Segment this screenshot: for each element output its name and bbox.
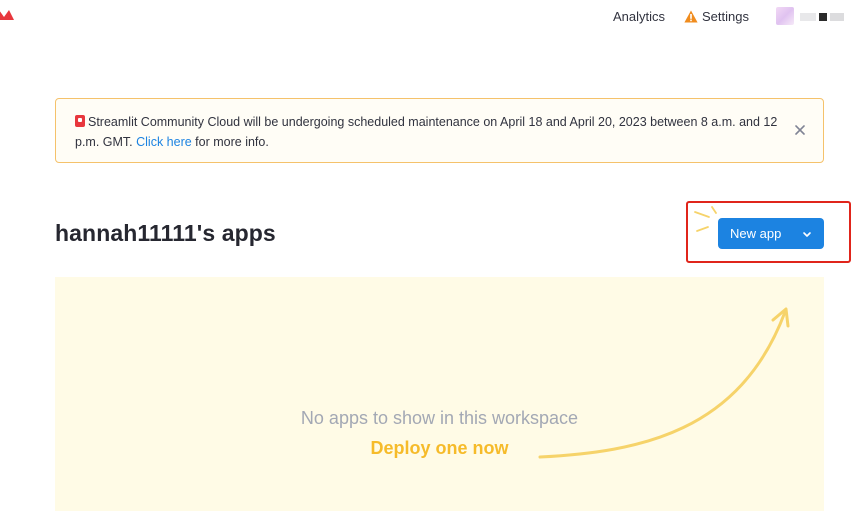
deploy-one-now-link[interactable]: Deploy one now — [55, 438, 824, 459]
avatar[interactable] — [776, 7, 794, 25]
empty-state-message: No apps to show in this workspace — [300, 408, 579, 428]
nav-analytics-link[interactable]: Analytics — [613, 9, 665, 24]
page-title: hannah11111's apps — [55, 220, 276, 246]
pushpin-icon — [75, 115, 85, 127]
nav-settings-link[interactable]: Settings — [684, 9, 749, 24]
chevron-down-icon[interactable] — [800, 227, 814, 241]
banner-more-info-link[interactable]: Click here — [136, 135, 192, 149]
maintenance-banner: Streamlit Community Cloud will be underg… — [55, 98, 824, 163]
banner-message: Streamlit Community Cloud will be underg… — [75, 113, 781, 152]
new-app-label: New app — [730, 226, 782, 241]
new-app-button[interactable]: New app — [718, 218, 824, 249]
streamlit-logo-icon[interactable] — [0, 8, 14, 22]
close-icon[interactable] — [792, 122, 808, 138]
nav-settings-label: Settings — [702, 9, 749, 24]
sparkle-icon — [694, 206, 717, 232]
apps-empty-state: No apps to show in this workspace Deploy… — [55, 277, 824, 511]
user-name-blurred[interactable] — [800, 13, 848, 21]
warning-triangle-icon — [684, 10, 698, 23]
banner-text-after: for more info. — [191, 134, 269, 149]
